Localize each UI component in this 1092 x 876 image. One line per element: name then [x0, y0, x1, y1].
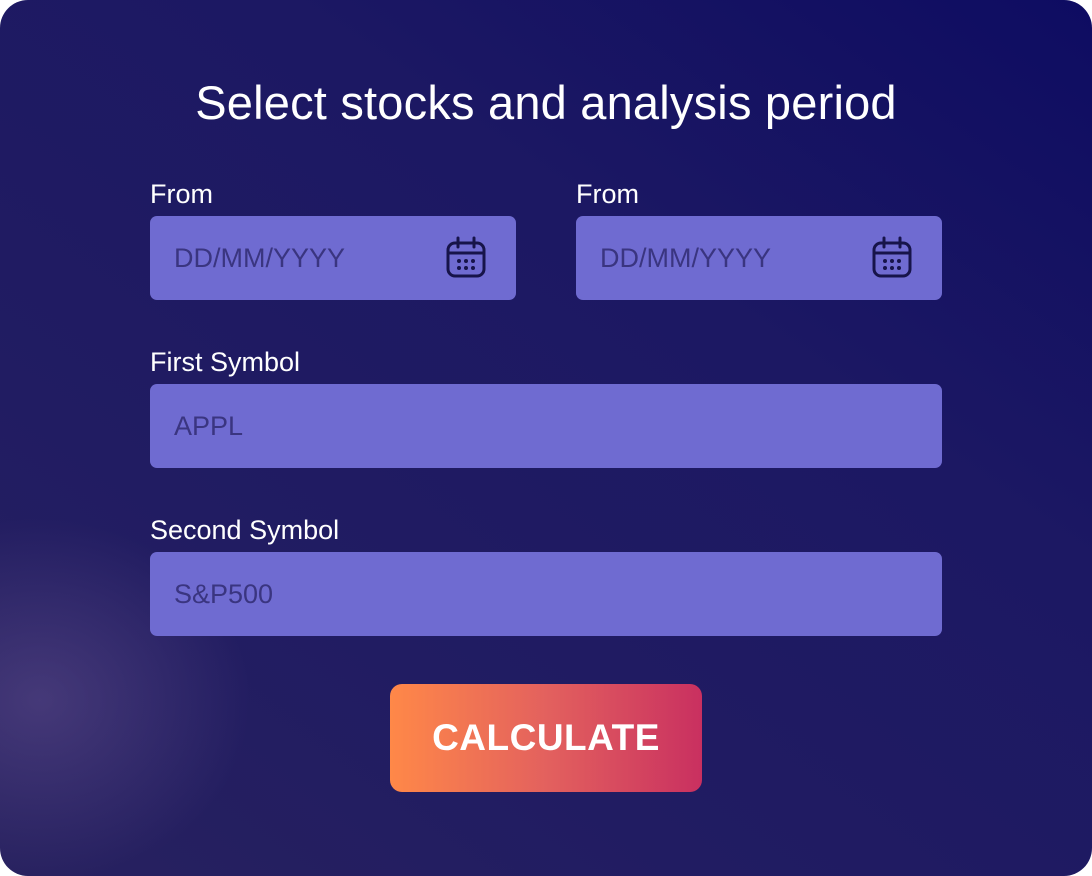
page-title: Select stocks and analysis period [195, 76, 897, 129]
calendar-icon[interactable] [444, 236, 488, 280]
stock-analysis-card: Select stocks and analysis period From D… [0, 0, 1092, 876]
first-symbol-label: First Symbol [150, 347, 301, 377]
calendar-icon[interactable] [870, 236, 914, 280]
first-symbol-input[interactable]: APPL [150, 384, 942, 468]
from-date-placeholder: DD/MM/YYYY [174, 243, 346, 273]
from-date-field[interactable]: DD/MM/YYYY [150, 216, 516, 300]
second-symbol-label: Second Symbol [150, 515, 340, 545]
to-date-label: From [576, 179, 639, 209]
to-date-field[interactable]: DD/MM/YYYY [576, 216, 942, 300]
calculate-button[interactable]: CALCULATE [390, 684, 702, 792]
from-date-label: From [150, 179, 213, 209]
to-date-placeholder: DD/MM/YYYY [600, 243, 772, 273]
second-symbol-value: S&P500 [174, 579, 274, 609]
second-symbol-input[interactable]: S&P500 [150, 552, 942, 636]
first-symbol-value: APPL [174, 411, 244, 441]
